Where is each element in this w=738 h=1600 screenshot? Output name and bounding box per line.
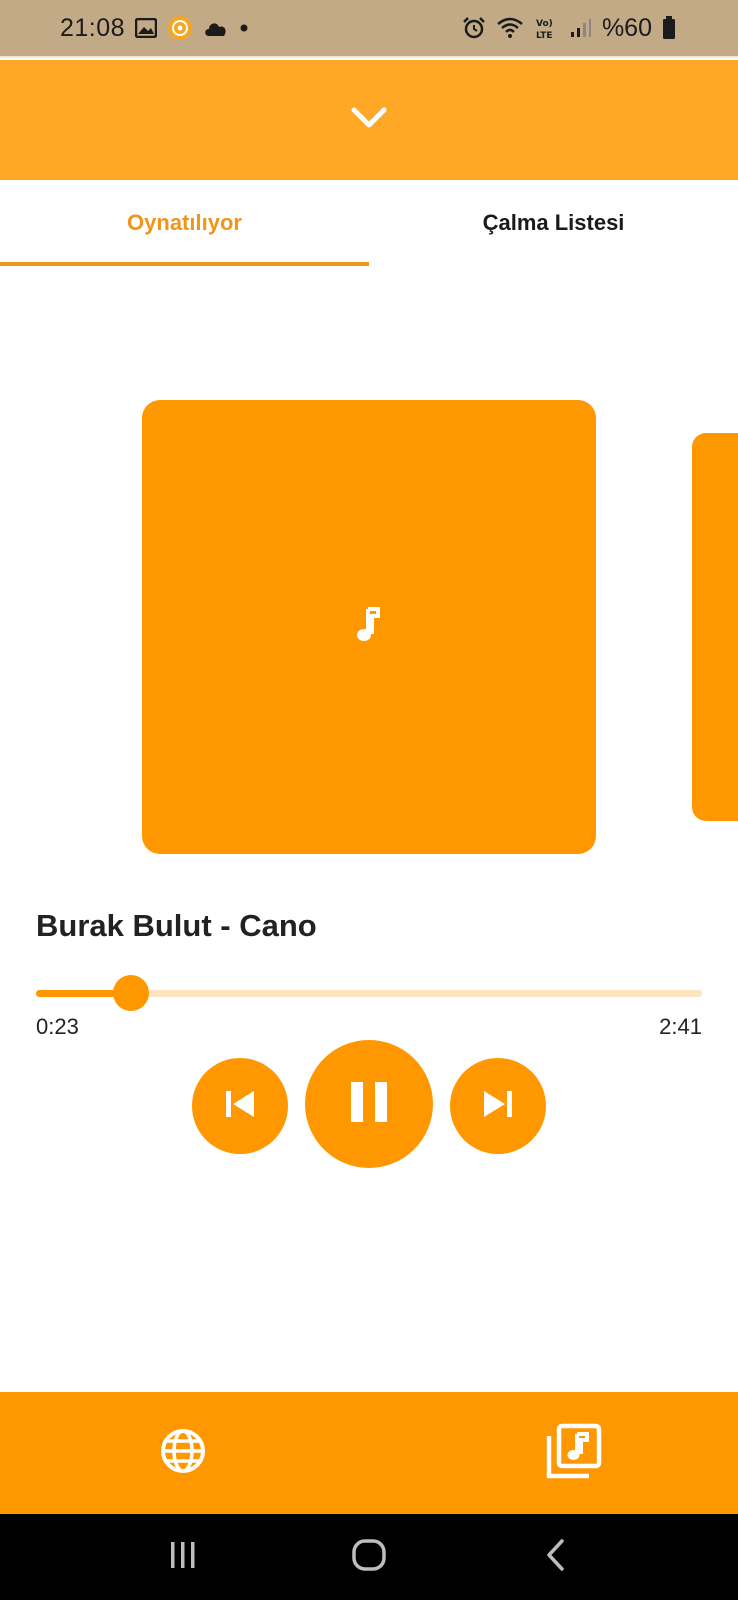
tab-playlist[interactable]: Çalma Listesi: [369, 180, 738, 266]
seek-bar[interactable]: [36, 975, 702, 1011]
wifi-icon: [496, 17, 524, 39]
system-navigation-bar: [0, 1514, 738, 1600]
recent-apps-button[interactable]: [148, 1527, 218, 1587]
next-button[interactable]: [450, 1058, 546, 1154]
player-tabs: Oynatılıyor Çalma Listesi: [0, 180, 738, 266]
battery-percent: %60: [601, 13, 652, 42]
browse-button[interactable]: [160, 1428, 206, 1479]
player-header: [0, 60, 738, 180]
seek-thumb[interactable]: [113, 975, 150, 1011]
back-button[interactable]: [520, 1527, 590, 1587]
cloud-icon: [203, 19, 229, 37]
music-note-icon: [356, 606, 382, 648]
album-artwork[interactable]: [142, 400, 596, 854]
status-left: 21:08: [60, 14, 249, 43]
status-right: Vo) LTE %60: [462, 14, 676, 43]
collapse-button[interactable]: [339, 90, 399, 150]
previous-button[interactable]: [192, 1058, 288, 1154]
tab-now-playing[interactable]: Oynatılıyor: [0, 180, 369, 266]
alarm-icon: [462, 16, 486, 40]
skip-next-icon: [481, 1089, 515, 1124]
dot-icon: [239, 23, 249, 33]
status-time: 21:08: [60, 13, 126, 42]
gallery-icon: [135, 18, 158, 38]
current-time: 0:23: [36, 1014, 79, 1039]
back-icon: [544, 1538, 566, 1577]
next-artwork-peek[interactable]: [692, 433, 738, 821]
chevron-down-icon: [351, 107, 387, 134]
signal-icon: [570, 18, 592, 38]
recent-apps-icon: [168, 1540, 198, 1575]
bottom-navigation: [0, 1392, 738, 1514]
svg-text:LTE: LTE: [536, 31, 553, 40]
app-notification-icon: [167, 15, 193, 41]
home-icon: [351, 1538, 387, 1577]
music-library-icon: [545, 1422, 603, 1485]
song-title: Burak Bulut - Cano: [36, 908, 317, 943]
status-bar: 21:08 Vo) LTE %60: [0, 0, 738, 58]
volte-icon: Vo) LTE: [534, 16, 560, 40]
home-button[interactable]: [334, 1527, 404, 1587]
svg-text:Vo): Vo): [536, 19, 553, 29]
playback-controls: [0, 1040, 738, 1170]
skip-previous-icon: [223, 1089, 257, 1124]
total-time: 2:41: [659, 1014, 702, 1039]
battery-icon: [662, 16, 676, 40]
pause-icon: [349, 1080, 389, 1129]
library-button[interactable]: [545, 1422, 603, 1485]
pause-button[interactable]: [305, 1040, 433, 1168]
globe-icon: [160, 1428, 206, 1479]
